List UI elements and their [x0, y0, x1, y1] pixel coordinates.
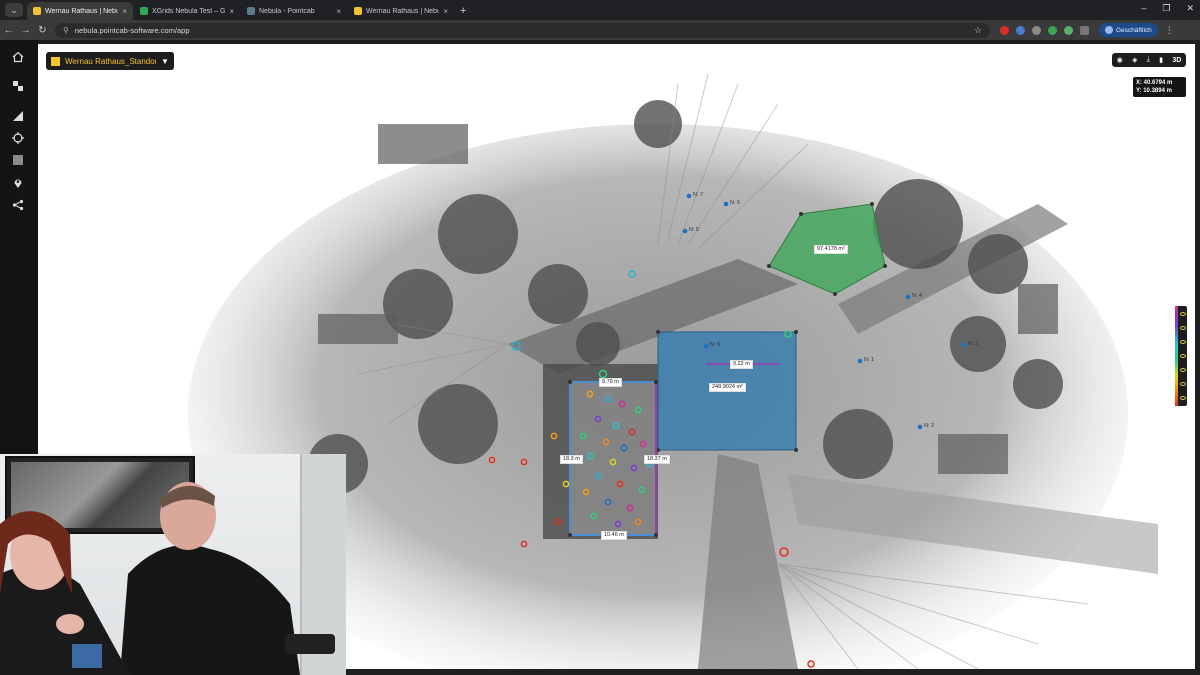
browser-menu-icon[interactable]: ⋮: [1165, 25, 1174, 36]
nebula-favicon-icon: [33, 7, 41, 15]
marker-label: N: 7: [693, 192, 704, 198]
project-selector[interactable]: Wernau Rathaus_Standort ×: [46, 52, 174, 70]
profile-button[interactable]: Geschäftlich: [1099, 23, 1158, 37]
tab-title: Nebula - Pointcab: [259, 7, 315, 15]
browser-toolbar: ← → ↻ ⚲ nebula.pointcab-software.com/app…: [0, 20, 1200, 40]
extension-blue-icon[interactable]: [1016, 25, 1025, 35]
extensions-puzzle-icon[interactable]: [1080, 25, 1089, 35]
marker-label: N: 4: [912, 293, 923, 299]
measure-triangle-icon[interactable]: [9, 107, 27, 125]
marker-label: N: 3: [968, 341, 979, 347]
distance-label-right: 18.37 m: [644, 455, 670, 464]
project-icon: [51, 56, 60, 66]
tab-close-icon[interactable]: ×: [443, 7, 448, 16]
address-bar[interactable]: ⚲ nebula.pointcab-software.com/app ☆: [55, 22, 990, 38]
distance-label-left: 18.3 m: [560, 455, 583, 464]
tab-search-button[interactable]: ⌄: [5, 3, 23, 17]
coord-y: Y: 10.3894 m: [1136, 88, 1172, 94]
close-window-icon[interactable]: ✕: [1186, 3, 1194, 14]
extension-lime-icon[interactable]: [1064, 25, 1073, 35]
location-pin-icon[interactable]: [9, 174, 27, 192]
tab-google-drive[interactable]: XGrids Nebula Test – Google Dr ×: [134, 2, 240, 20]
tab-title: Wernau Rathaus | Nebula Viewer: [366, 7, 440, 15]
extension-green-icon[interactable]: [1048, 25, 1057, 35]
tab-title: XGrids Nebula Test – Google Dr: [152, 7, 226, 15]
reload-icon[interactable]: ↻: [34, 25, 51, 36]
eye-toggle-icon[interactable]: [1180, 326, 1186, 330]
eye-toggle-icon[interactable]: [1180, 312, 1186, 316]
view-toolbar: ◉ ◈ ⤓ ▮ 3D: [1112, 53, 1186, 67]
extension-red-icon[interactable]: [1000, 25, 1009, 35]
tab-nebula-viewer-2[interactable]: Wernau Rathaus | Nebula Viewer ×: [348, 2, 454, 20]
presenters-image: [0, 482, 335, 675]
marker-label: N: 6: [730, 200, 741, 206]
site-info-icon[interactable]: ⚲: [63, 26, 69, 35]
eye-toggle-icon[interactable]: [1180, 340, 1186, 344]
home-icon[interactable]: [9, 48, 27, 66]
pointcab-favicon-icon: [247, 7, 255, 15]
project-name: Wernau Rathaus_Standort: [65, 56, 159, 66]
view-mode-button[interactable]: 3D: [1172, 57, 1181, 64]
height-icon[interactable]: ▮: [1159, 56, 1163, 64]
webcam-overlay: [0, 454, 346, 675]
marker-label: N: 0: [710, 342, 721, 348]
extension-gray-icon[interactable]: [1032, 25, 1041, 35]
share-icon[interactable]: [9, 196, 27, 214]
new-tab-button[interactable]: +: [460, 5, 466, 17]
marker-label: N: 1: [864, 357, 875, 363]
eye-toggle-icon[interactable]: [1180, 354, 1186, 358]
distance-label-blue: 9.22 m: [730, 360, 753, 369]
area-label-blue: 248.9024 m²: [709, 383, 746, 392]
drive-favicon-icon: [140, 7, 148, 15]
marker-label: N: 5: [689, 227, 700, 233]
profile-label: Geschäftlich: [1116, 26, 1152, 34]
area-label-green: 97.4178 m²: [814, 245, 848, 254]
crosshair-icon[interactable]: [9, 129, 27, 147]
color-palette-panel: [1175, 306, 1187, 406]
tab-nebula-viewer[interactable]: Wernau Rathaus | Nebula Viewer ×: [27, 2, 133, 20]
project-dropdown-button[interactable]: ▼: [156, 52, 174, 70]
download-icon[interactable]: ⤓: [1147, 56, 1150, 64]
tab-title: Wernau Rathaus | Nebula Viewer: [45, 7, 119, 15]
nebula-favicon-icon: [354, 7, 362, 15]
eye-toggle-icon[interactable]: [1180, 368, 1186, 372]
eye-icon[interactable]: ◉: [1117, 56, 1123, 64]
url-text: nebula.pointcab-software.com/app: [74, 25, 190, 35]
coordinate-readout: X: 40.6794 m Y: 10.3894 m: [1133, 77, 1186, 97]
coord-x: X: 40.6794 m: [1136, 80, 1173, 86]
tab-close-icon[interactable]: ×: [122, 7, 127, 16]
minimize-icon[interactable]: –: [1141, 3, 1146, 14]
browser-tab-strip: ⌄ Wernau Rathaus | Nebula Viewer × XGrid…: [0, 0, 1200, 20]
tab-pointcab[interactable]: Nebula - Pointcab ×: [241, 2, 347, 20]
chevron-down-icon: ▼: [161, 56, 169, 66]
distance-label-bottom: 10.46 m: [601, 531, 627, 540]
back-icon[interactable]: ←: [0, 25, 17, 36]
window-controls: – ❐ ✕: [1141, 3, 1194, 14]
avatar: [1105, 26, 1113, 34]
color-gradient-bar: [1175, 306, 1178, 406]
image-icon[interactable]: [9, 151, 27, 169]
marker-label: N: 2: [924, 423, 935, 429]
tab-close-icon[interactable]: ×: [336, 7, 341, 16]
layers-stack-icon[interactable]: ◈: [1132, 56, 1137, 64]
bookmark-star-icon[interactable]: ☆: [974, 25, 982, 36]
extensions-area: [1000, 25, 1089, 35]
tab-close-icon[interactable]: ×: [229, 7, 234, 16]
forward-icon[interactable]: →: [17, 25, 34, 36]
restore-icon[interactable]: ❐: [1162, 3, 1170, 14]
distance-label-top: 9.79 m: [599, 378, 622, 387]
eye-toggle-icon[interactable]: [1180, 396, 1186, 400]
eye-toggle-icon[interactable]: [1180, 382, 1186, 386]
layers-icon[interactable]: [9, 77, 27, 95]
